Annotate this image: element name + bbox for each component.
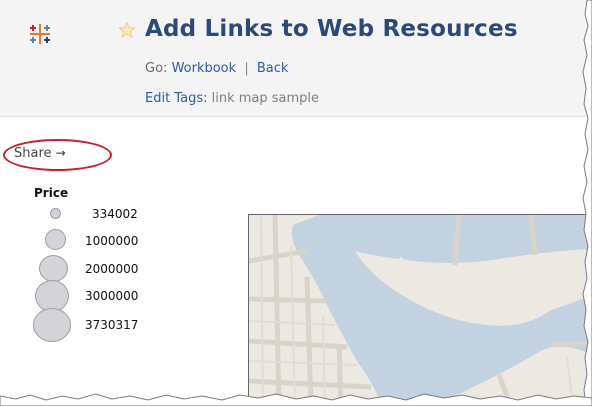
legend-item: 3730317 [30,308,160,342]
arrow-right-icon: → [55,146,66,160]
legend-title: Price [34,186,69,200]
page-title: Add Links to Web Resources [145,16,518,42]
legend-item: 3000000 [30,280,160,312]
legend-value: 334002 [92,207,138,221]
legend-item: 2000000 [30,255,160,282]
size-circle-icon [39,255,68,282]
star-icon[interactable] [118,21,136,39]
link-separator: | [244,61,249,76]
tableau-logo-icon [30,24,50,44]
legend-value: 2000000 [85,262,139,276]
size-circle-icon [50,208,61,219]
share-label: Share [14,146,52,161]
legend-item: 1000000 [30,229,160,250]
size-circle-icon [45,229,66,250]
share-button[interactable]: Share → [14,146,66,161]
legend-item: 334002 [30,204,160,224]
edit-tags-link[interactable]: Edit Tags: [145,91,207,106]
page-header: Add Links to Web Resources Go: Workbook … [0,0,592,117]
legend-value: 3730317 [85,318,139,332]
torn-edge-right [582,0,592,406]
back-link[interactable]: Back [257,61,289,76]
workbook-link[interactable]: Workbook [172,61,237,76]
go-label: Go: [145,61,168,76]
tags-value: link map sample [211,91,320,106]
tags-line: Edit Tags: link map sample [145,91,319,106]
legend-value: 3000000 [85,289,139,303]
street-map [249,215,592,406]
size-circle-icon [33,308,71,342]
go-links: Go: Workbook | Back [145,61,288,76]
legend-value: 1000000 [85,234,139,248]
torn-edge-bottom [0,393,592,406]
map-view[interactable] [248,214,592,406]
